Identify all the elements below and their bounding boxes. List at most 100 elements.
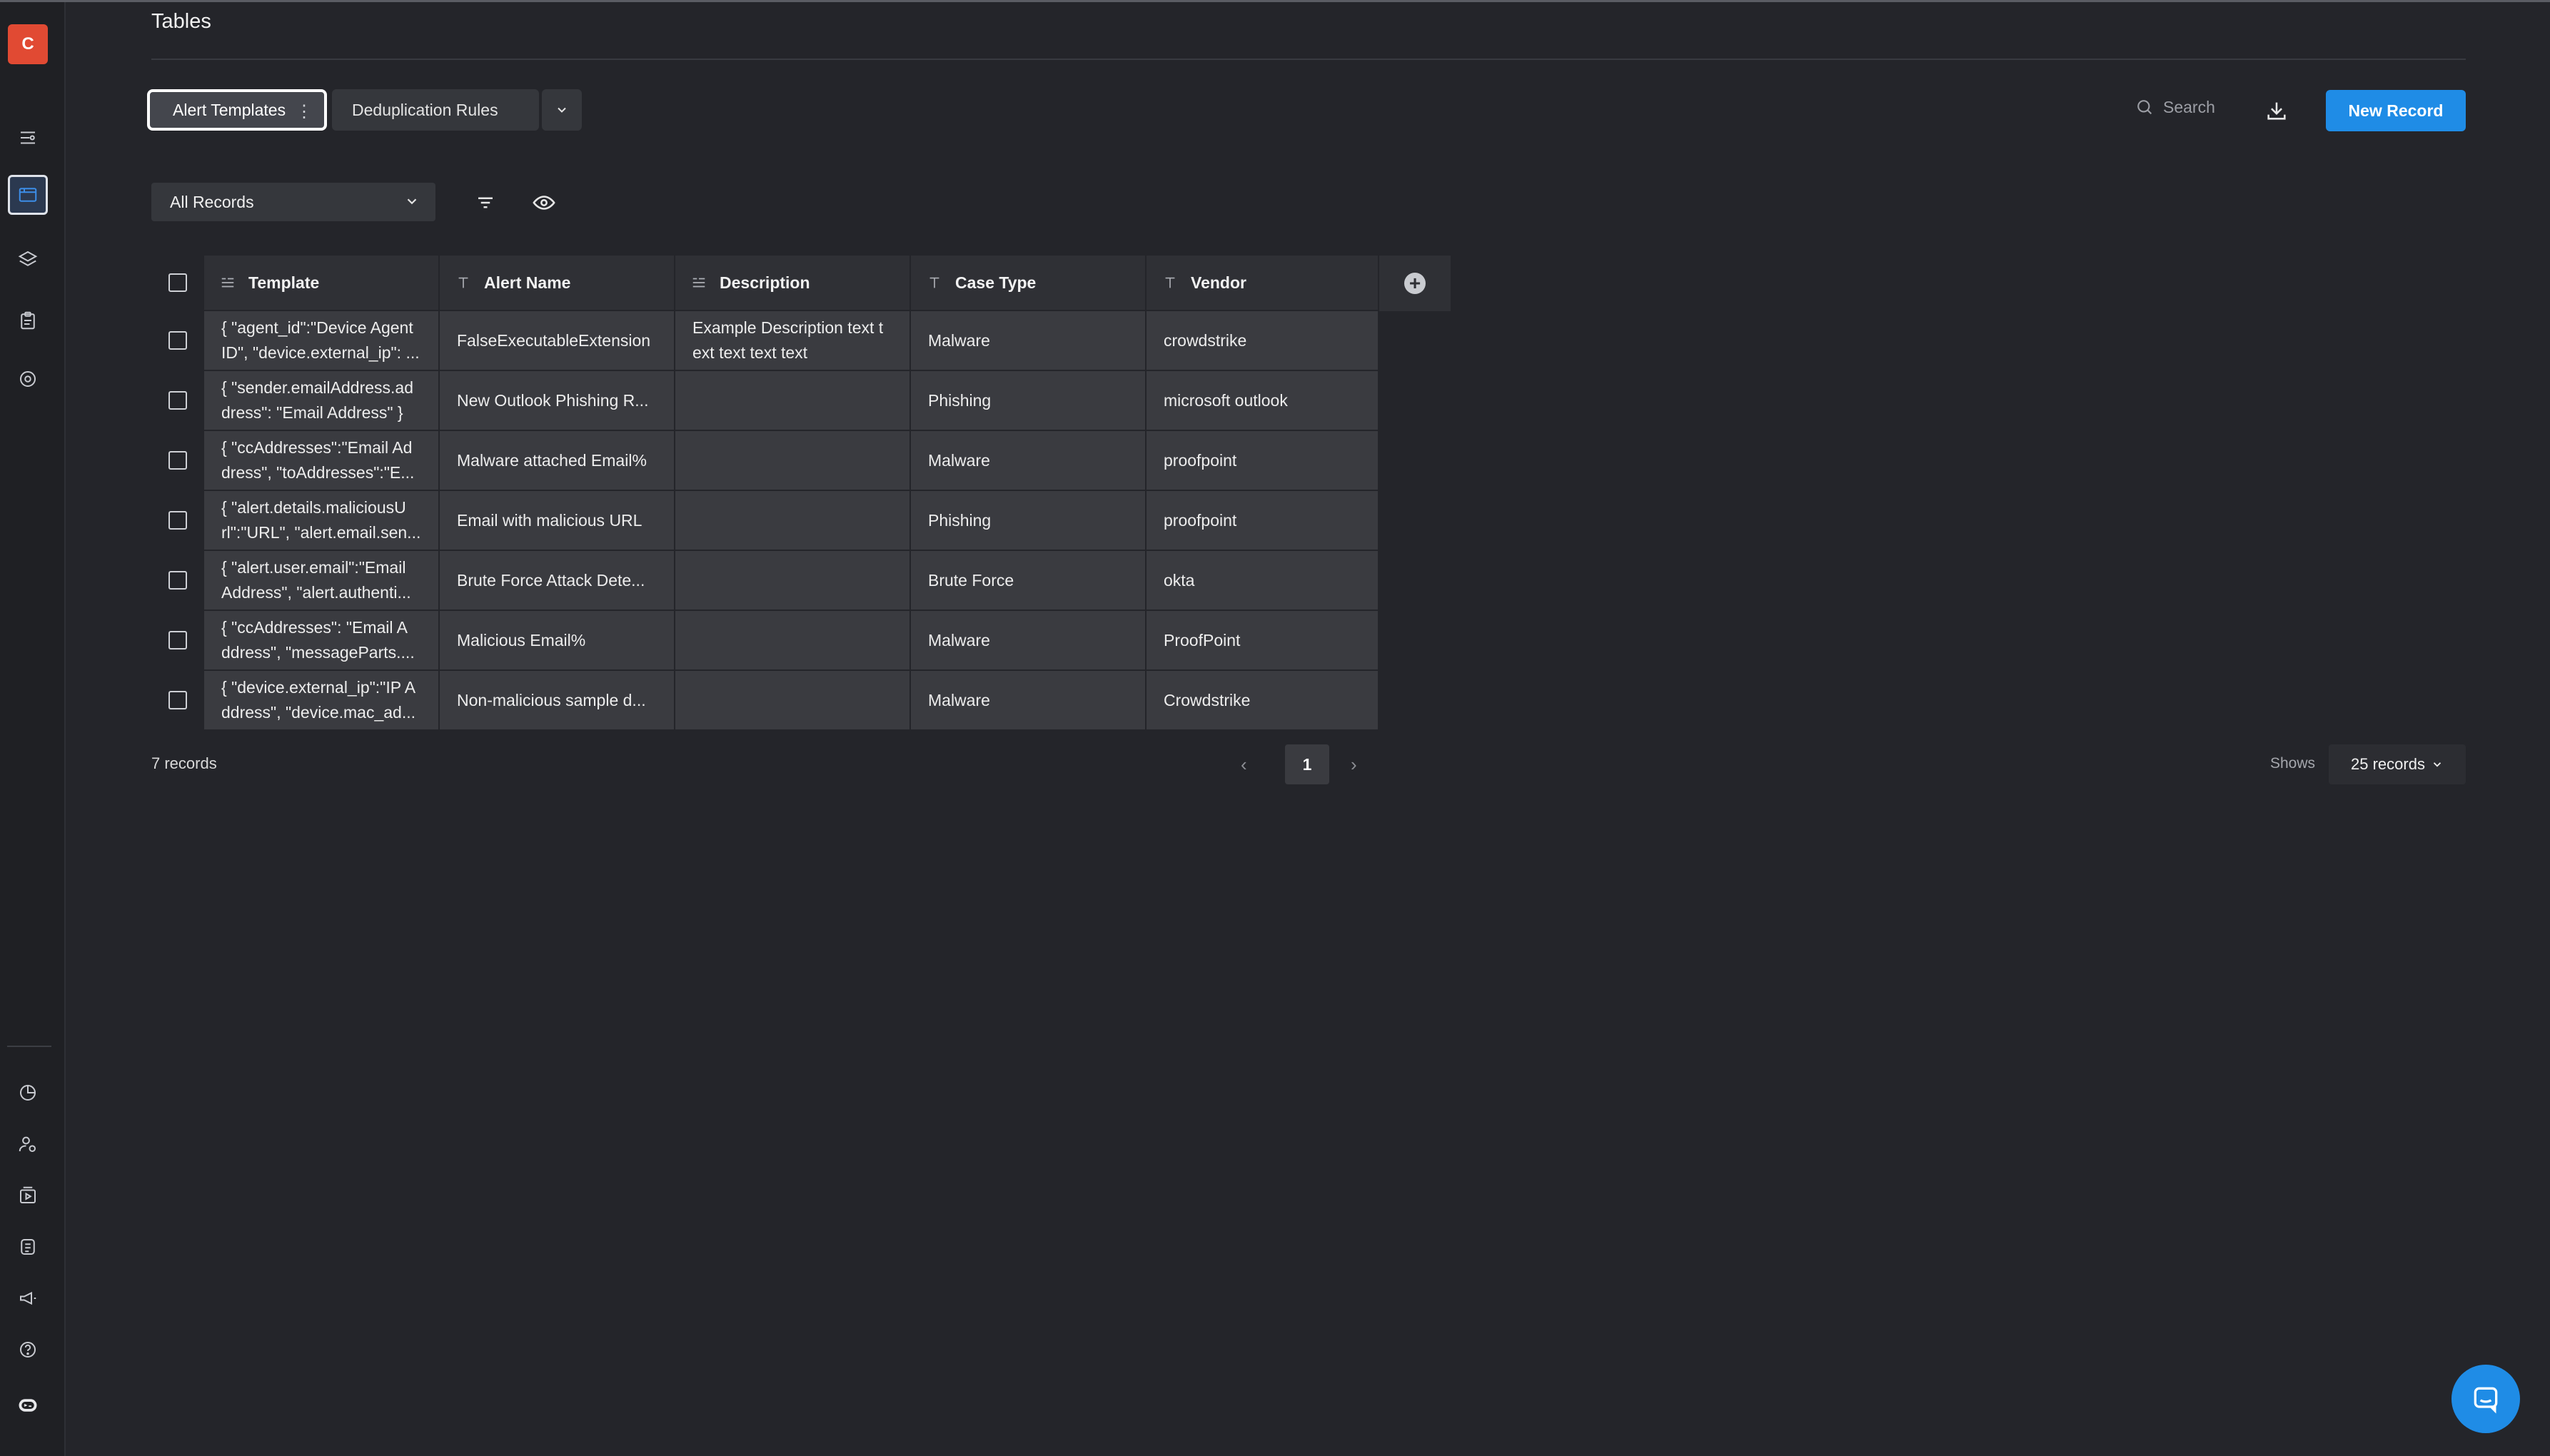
column-header-case-type[interactable]: Case Type (911, 256, 1147, 311)
download-button[interactable] (2262, 96, 2292, 126)
bot-icon[interactable] (8, 1385, 48, 1425)
layers-icon[interactable] (8, 239, 48, 279)
cell-description[interactable] (675, 671, 911, 731)
tabs-more-button[interactable] (542, 89, 582, 131)
table-row[interactable]: { "device.external_ip":"IP A ddress", "d… (151, 671, 1379, 731)
table-row[interactable]: { "ccAddresses":"Email Ad dress", "toAdd… (151, 431, 1379, 491)
cell-template[interactable]: { "ccAddresses":"Email Ad dress", "toAdd… (204, 431, 440, 491)
cell-alert-name[interactable]: FalseExecutableExtension (440, 311, 675, 371)
cell-template[interactable]: { "device.external_ip":"IP A ddress", "d… (204, 671, 440, 731)
table-header-row: Template Alert Name Description Case Typ… (151, 256, 1451, 311)
row-checkbox[interactable] (168, 631, 187, 649)
column-header-vendor[interactable]: Vendor (1147, 256, 1379, 311)
cell-vendor[interactable]: Crowdstrike (1147, 671, 1379, 731)
megaphone-icon[interactable] (8, 1278, 48, 1318)
view-select[interactable]: All Records (151, 183, 435, 221)
receipt-icon[interactable] (8, 1227, 48, 1267)
table-row[interactable]: { "sender.emailAddress.ad dress": "Email… (151, 371, 1379, 431)
cell-case-type[interactable]: Malware (911, 311, 1147, 371)
cell-description[interactable] (675, 551, 911, 611)
cell-case-type[interactable]: Malware (911, 611, 1147, 671)
column-header-description[interactable]: Description (675, 256, 911, 311)
select-all-cell (151, 256, 204, 311)
workspace-avatar[interactable]: C (8, 24, 48, 64)
cell-template[interactable]: { "alert.details.maliciousU rl":"URL", "… (204, 491, 440, 551)
filter-button[interactable] (471, 188, 500, 217)
eye-icon (533, 196, 555, 210)
clipboard-icon[interactable] (8, 300, 48, 340)
column-header-label: Case Type (955, 273, 1037, 292)
filter-icon (478, 197, 493, 208)
cell-description[interactable] (675, 611, 911, 671)
cell-case-type[interactable]: Phishing (911, 491, 1147, 551)
chat-launcher-button[interactable] (2451, 1365, 2520, 1433)
cell-alert-name[interactable]: Malware attached Email% (440, 431, 675, 491)
column-header-label: Vendor (1191, 273, 1246, 292)
cell-case-type[interactable]: Brute Force (911, 551, 1147, 611)
table-row[interactable]: { "alert.details.maliciousU rl":"URL", "… (151, 491, 1379, 551)
cell-vendor[interactable]: proofpoint (1147, 491, 1379, 551)
cell-vendor[interactable]: microsoft outlook (1147, 371, 1379, 431)
kebab-menu-icon[interactable]: ⋮ (296, 101, 313, 122)
media-icon[interactable] (8, 1176, 48, 1215)
page-size-select[interactable]: 25 records (2329, 744, 2466, 784)
page-size-value: 25 records (2351, 755, 2425, 773)
cell-case-type[interactable]: Malware (911, 431, 1147, 491)
cell-case-type[interactable]: Phishing (911, 371, 1147, 431)
page-number-button[interactable]: 1 (1285, 744, 1329, 784)
cell-description[interactable]: Example Description text t ext text text… (675, 311, 911, 371)
cell-template[interactable]: { "agent_id":"Device Agent ID", "device.… (204, 311, 440, 371)
cell-vendor[interactable]: ProofPoint (1147, 611, 1379, 671)
cell-alert-name[interactable]: Brute Force Attack Dete... (440, 551, 675, 611)
tab-deduplication-rules[interactable]: Deduplication Rules (332, 89, 539, 131)
help-icon[interactable] (8, 1330, 48, 1370)
users-settings-icon[interactable] (8, 1124, 48, 1164)
cell-description[interactable] (675, 371, 911, 431)
cell-template[interactable]: { "ccAddresses": "Email A ddress", "mess… (204, 611, 440, 671)
add-column-button[interactable]: + (1379, 256, 1451, 311)
column-header-alert-name[interactable]: Alert Name (440, 256, 675, 311)
cell-vendor[interactable]: okta (1147, 551, 1379, 611)
row-checkbox[interactable] (168, 571, 187, 590)
row-checkbox[interactable] (168, 331, 187, 350)
search-input[interactable]: Search (2135, 97, 2215, 117)
cell-template[interactable]: { "alert.user.email":"Email Address", "a… (204, 551, 440, 611)
visibility-button[interactable] (528, 188, 560, 217)
cell-vendor[interactable]: proofpoint (1147, 431, 1379, 491)
row-checkbox[interactable] (168, 511, 187, 530)
table-row[interactable]: { "agent_id":"Device Agent ID", "device.… (151, 311, 1379, 371)
cell-description[interactable] (675, 431, 911, 491)
row-checkbox[interactable] (168, 691, 187, 709)
new-record-button[interactable]: New Record (2326, 90, 2466, 131)
workflow-icon[interactable] (8, 118, 48, 158)
column-header-label: Alert Name (484, 273, 571, 292)
long-text-type-icon (692, 278, 705, 288)
target-icon[interactable] (8, 359, 48, 399)
tab-alert-templates[interactable]: Alert Templates ⋮ (147, 89, 327, 131)
row-checkbox[interactable] (168, 451, 187, 470)
title-divider (151, 59, 2466, 60)
previous-page-icon[interactable]: ‹ (1241, 754, 1247, 776)
cell-alert-name[interactable]: Email with malicious URL (440, 491, 675, 551)
download-icon (2267, 102, 2286, 120)
next-page-icon[interactable]: › (1351, 754, 1357, 776)
column-header-template[interactable]: Template (204, 256, 440, 311)
table-row[interactable]: { "alert.user.email":"Email Address", "a… (151, 551, 1379, 611)
row-checkbox[interactable] (168, 391, 187, 410)
cell-alert-name[interactable]: Non-malicious sample d... (440, 671, 675, 731)
cell-text: Brute Force Attack Dete... (457, 570, 645, 590)
tables-icon[interactable] (8, 175, 48, 215)
view-select-value: All Records (170, 192, 254, 211)
row-select-cell (151, 431, 204, 491)
table-row[interactable]: { "ccAddresses": "Email A ddress", "mess… (151, 611, 1379, 671)
cell-case-type[interactable]: Malware (911, 671, 1147, 731)
cell-description[interactable] (675, 491, 911, 551)
cell-template[interactable]: { "sender.emailAddress.ad dress": "Email… (204, 371, 440, 431)
chat-icon (2474, 1387, 2498, 1414)
cell-vendor[interactable]: crowdstrike (1147, 311, 1379, 371)
select-all-checkbox[interactable] (168, 273, 187, 292)
cell-alert-name[interactable]: New Outlook Phishing R... (440, 371, 675, 431)
analytics-icon[interactable] (8, 1073, 48, 1113)
sidebar-divider (7, 1046, 51, 1047)
cell-alert-name[interactable]: Malicious Email% (440, 611, 675, 671)
